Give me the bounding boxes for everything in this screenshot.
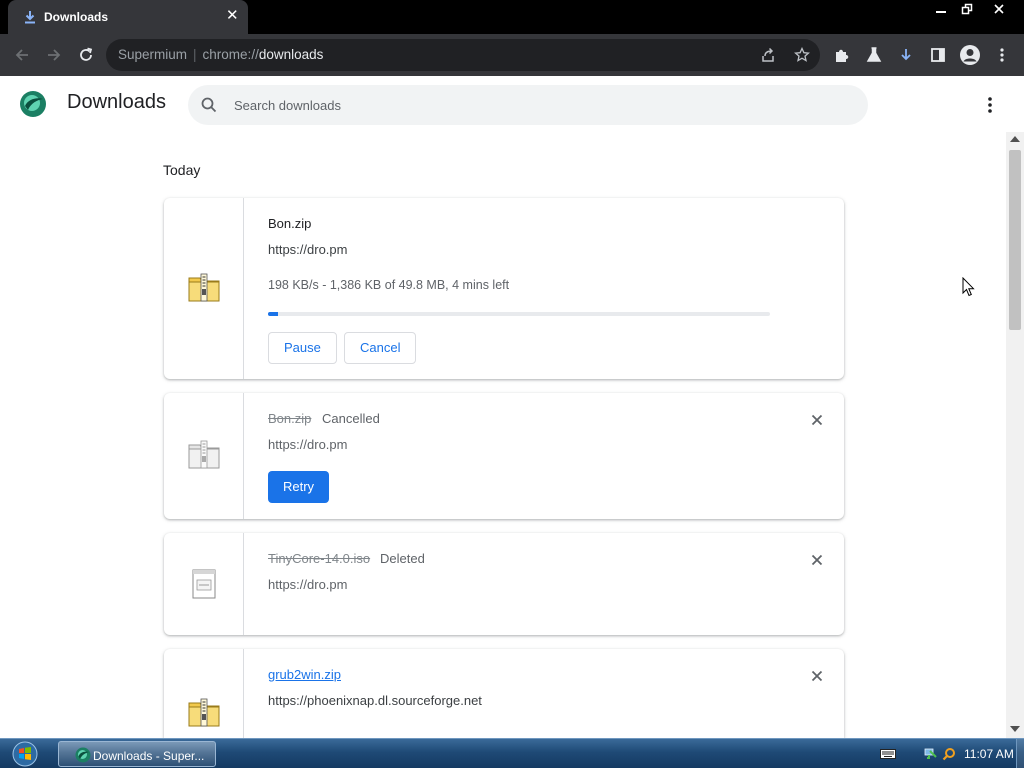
file-name[interactable]: Bon.zip [268,216,311,231]
search-icon[interactable] [200,96,218,114]
forward-button[interactable] [44,45,64,65]
download-status: Deleted [380,551,425,566]
url-path: downloads [258,47,324,62]
page-title: Downloads [67,91,166,113]
taskbar-item-downloads[interactable]: Downloads - Super... [58,741,216,767]
close-icon [811,554,823,566]
cancel-button[interactable]: Cancel [344,332,417,364]
close-window-button[interactable] [984,0,1014,18]
browser-toolbar: Supermium | chrome://downloads [0,34,1024,76]
download-item: Bon.zip https://dro.pm 198 KB/s - 1,386 … [164,198,844,379]
zip-folder-icon [188,273,220,302]
omnibox-brand: Supermium [118,47,188,62]
address-bar[interactable]: Supermium | chrome://downloads [106,39,820,71]
flask-icon [866,47,882,62]
search-input[interactable] [220,85,860,125]
reload-icon [80,47,93,61]
download-progress-text: 198 KB/s - 1,386 KB of 49.8 MB, 4 mins l… [268,278,510,292]
file-name-link[interactable]: grub2win.zip [268,667,341,682]
remove-from-list-button[interactable] [808,411,826,429]
download-progress-bar [268,312,770,316]
close-icon [811,414,823,426]
download-progress-fill [268,312,279,316]
tab-downloads[interactable]: Downloads ✕ [8,0,248,34]
url-scheme: chrome:// [202,47,259,62]
avatar-icon [960,45,980,65]
scrollbar-thumb[interactable] [1009,150,1021,330]
remove-from-list-button[interactable] [808,551,826,569]
network-icon[interactable] [924,747,938,761]
side-panel-button[interactable] [928,45,948,65]
mouse-cursor-icon [962,277,975,297]
download-icon [901,49,911,61]
title-bar: Downloads ✕ [0,0,1024,34]
tab-close-icon[interactable]: ✕ [226,8,239,24]
omnibox-separator: | [193,47,197,62]
remove-from-list-button[interactable] [808,667,826,685]
download-icon [25,11,35,24]
file-icon [192,569,216,599]
star-icon [794,47,810,62]
start-button-icon[interactable] [10,740,40,768]
labs-button[interactable] [864,45,884,65]
scroll-down-arrow-icon[interactable] [1010,726,1020,732]
pause-button[interactable]: Pause [268,332,337,364]
restore-button[interactable] [952,0,982,18]
restore-icon [961,3,973,15]
download-status: Cancelled [322,411,380,426]
reload-button[interactable] [76,45,96,65]
tab-title: Downloads [44,10,109,24]
supermium-logo-icon [20,91,46,117]
side-panel-icon [931,48,945,62]
share-button[interactable] [758,45,778,65]
taskbar: Downloads - Super... 11:07 AM [0,738,1024,768]
download-item: grub2win.zip https://phoenixnap.dl.sourc… [164,649,844,738]
arrow-right-icon [48,49,61,61]
file-name: Bon.zip [268,411,312,426]
file-source-url[interactable]: https://dro.pm [268,577,347,592]
zip-folder-icon [188,440,220,469]
section-date-label: Today [163,162,201,178]
share-icon [762,47,774,62]
page-scrollbar[interactable] [1006,132,1024,738]
more-vert-icon[interactable] [980,95,1000,115]
browser-menu-button[interactable] [992,45,1012,65]
arrow-left-icon [15,49,28,61]
puzzle-icon [836,49,849,62]
minimize-icon [936,11,946,13]
file-source-url[interactable]: https://dro.pm [268,242,347,257]
download-item: TinyCore-14.0.iso Deleted https://dro.pm [164,533,844,635]
downloads-toolbar-button[interactable] [896,45,916,65]
retry-button[interactable]: Retry [268,471,330,503]
more-vert-icon [1000,48,1004,62]
keyboard-icon[interactable] [880,747,896,761]
file-name: TinyCore-14.0.iso [268,551,371,566]
search-tray-icon[interactable] [942,747,956,761]
file-source-url[interactable]: https://phoenixnap.dl.sourceforge.net [268,693,482,708]
extensions-button[interactable] [832,45,852,65]
zip-folder-icon [188,698,220,727]
download-item: Bon.zip Cancelled https://dro.pm Retry [164,393,844,519]
taskbar-item-label: Downloads - Super... [93,749,205,763]
profile-button[interactable] [958,43,982,67]
back-button[interactable] [12,45,32,65]
supermium-logo-icon [75,747,91,763]
file-source-url[interactable]: https://dro.pm [268,437,347,452]
close-icon [811,670,823,682]
show-desktop-button[interactable] [1016,739,1024,768]
bookmark-button[interactable] [792,45,812,65]
system-clock[interactable]: 11:07 AM [964,747,1014,761]
scroll-up-arrow-icon[interactable] [1010,136,1020,142]
close-icon [994,4,1004,14]
